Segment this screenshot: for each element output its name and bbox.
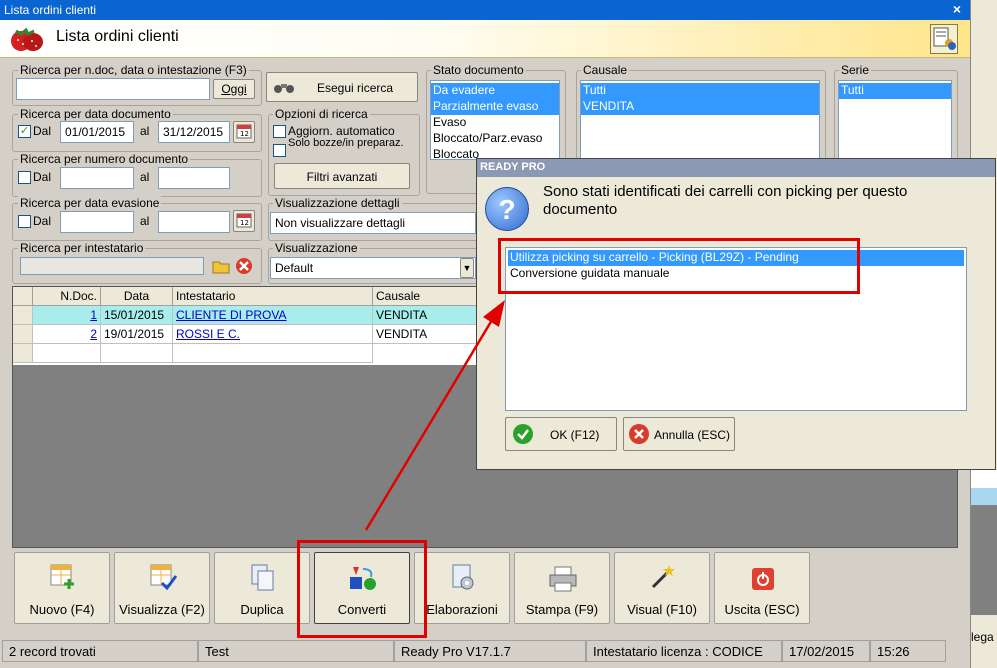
arrow-annotation [364,300,505,531]
